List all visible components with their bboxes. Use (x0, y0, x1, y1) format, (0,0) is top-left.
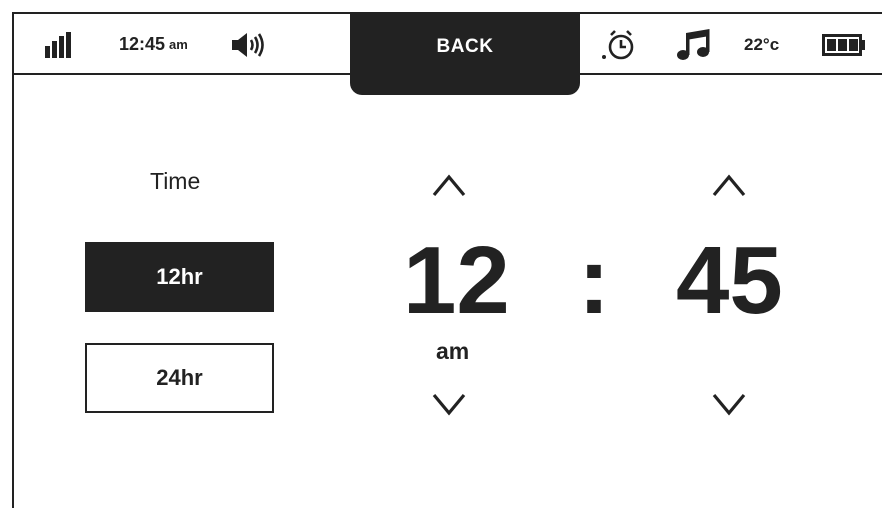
temperature-readout: 22°c (744, 34, 780, 54)
format-12hr-button[interactable]: 12hr (85, 242, 274, 312)
battery-cell (827, 38, 836, 51)
minute-down-chevron-icon[interactable] (712, 392, 746, 423)
signal-bars-icon (45, 14, 73, 75)
status-ampm: am (169, 37, 188, 52)
music-note-icon[interactable] (676, 14, 710, 75)
status-time: 12:45 (119, 34, 166, 54)
hours-value: 12 (403, 227, 510, 334)
battery-cell (838, 38, 847, 51)
back-button-label: BACK (436, 35, 494, 57)
status-clock: 12:45 am (119, 14, 188, 75)
hour-down-chevron-icon[interactable] (432, 392, 466, 423)
minutes-value: 45 (676, 227, 783, 334)
battery-cell (849, 38, 858, 51)
back-button[interactable]: BACK (350, 12, 580, 95)
period-label: am (436, 338, 470, 364)
format-24hr-button[interactable]: 24hr (85, 343, 274, 413)
alarm-clock-icon[interactable] (601, 14, 635, 75)
hour-up-chevron-icon[interactable] (432, 172, 466, 203)
battery-icon (822, 14, 866, 75)
speaker-icon[interactable] (232, 14, 270, 75)
time-heading: Time (150, 168, 201, 194)
minute-up-chevron-icon[interactable] (712, 172, 746, 203)
time-separator: : (578, 227, 610, 334)
